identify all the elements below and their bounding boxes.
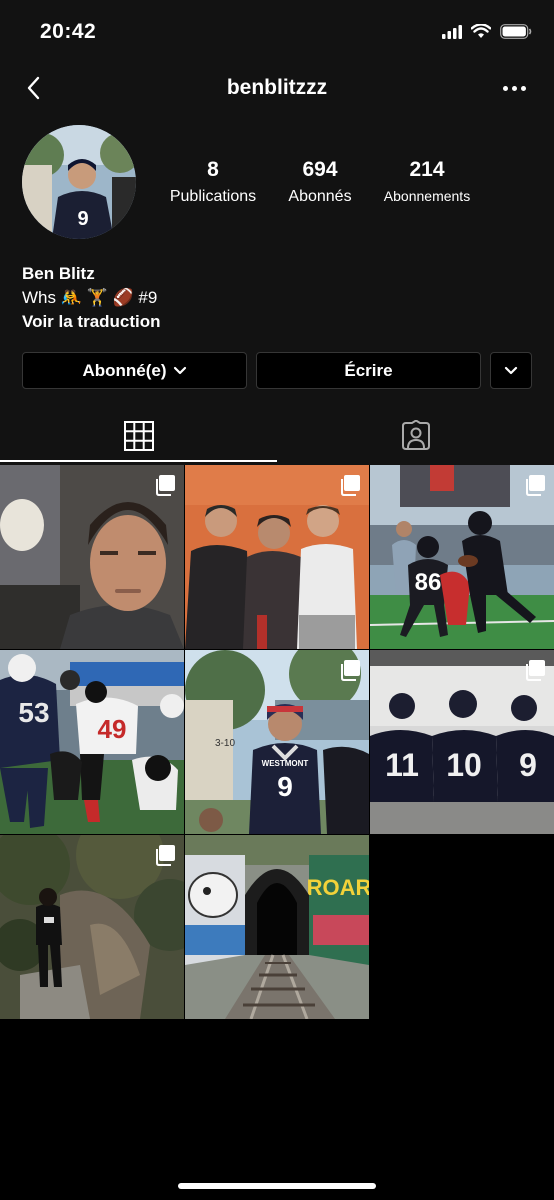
signal-icon [442,24,462,39]
profile-username: benblitzzz [226,76,328,99]
stat-following[interactable]: 214 Abonnements [375,158,479,204]
profile-tabs [0,408,554,463]
multiple-photos-icon [156,845,175,866]
bio-text: Whs 🤼 🏋 🏈 #9 [22,288,158,307]
active-tab-indicator [0,460,277,462]
chevron-down-icon [173,366,186,374]
chevron-down-icon [504,366,518,374]
battery-icon [500,24,532,39]
tagged-person-icon [401,419,430,450]
post-thumbnail[interactable]: 3-10 WESTMONT 9 [185,650,369,834]
tab-tagged[interactable] [277,408,554,463]
jersey-number: 49 [98,714,127,744]
home-indicator[interactable] [178,1183,376,1189]
jersey-number: 9 [519,747,537,783]
status-icons [442,24,532,39]
message-button[interactable]: Écrire [256,352,481,389]
photo-graffiti-tunnel: ROAR [185,835,369,1019]
jersey-number: 11 [385,747,419,783]
translate-link[interactable]: Voir la traduction [22,310,161,334]
multiple-photos-icon [526,475,545,496]
status-bar: 20:42 [0,0,554,64]
stat-label: Publications [169,188,257,205]
post-thumbnail[interactable]: 53 49 [0,650,184,834]
svg-text:9: 9 [77,208,88,230]
stat-label: Abonnés [288,188,352,205]
stat-value: 214 [409,158,445,181]
post-thumbnail[interactable] [185,465,369,649]
jersey-number: 10 [446,747,482,783]
photo-football-tackle: 53 49 [0,650,184,834]
post-thumbnail[interactable] [0,465,184,649]
more-horizontal-icon[interactable] [503,86,526,91]
grid-icon [123,420,154,451]
post-thumbnail[interactable]: 11 10 9 [370,650,554,834]
post-thumbnail[interactable]: ROAR [185,835,369,1019]
wifi-icon [471,24,491,38]
multiple-photos-icon [341,660,360,681]
profile-name: Ben Blitz [22,264,95,283]
jersey-number: 53 [18,697,49,728]
stat-publications[interactable]: 8 Publications [165,158,261,206]
following-label: Abonné(e) [82,360,167,380]
tab-grid[interactable] [0,408,277,463]
suggestions-button[interactable] [490,352,532,389]
post-thumbnail[interactable]: 86 [370,465,554,649]
status-time: 20:42 [40,20,97,43]
multiple-photos-icon [341,475,360,496]
following-button[interactable]: Abonné(e) [22,352,247,389]
message-label: Écrire [344,360,393,380]
post-thumbnail[interactable] [0,835,184,1019]
jersey-number: 86 [415,569,442,596]
stat-label: Abonnements [383,188,471,204]
avatar[interactable]: 9 [22,125,136,239]
stat-followers[interactable]: 694 Abonnés [277,158,363,206]
multiple-photos-icon [526,660,545,681]
stat-value: 694 [302,158,338,181]
multiple-photos-icon [156,475,175,496]
stat-value: 8 [207,158,219,181]
svg-text:3-10: 3-10 [215,738,235,749]
bio: Ben Blitz Whs 🤼 🏋 🏈 #9 Voir la traductio… [22,262,161,334]
nav-bar: benblitzzz [0,64,554,114]
graffiti-text: ROAR [307,875,369,900]
jersey-number: 9 [277,771,293,802]
